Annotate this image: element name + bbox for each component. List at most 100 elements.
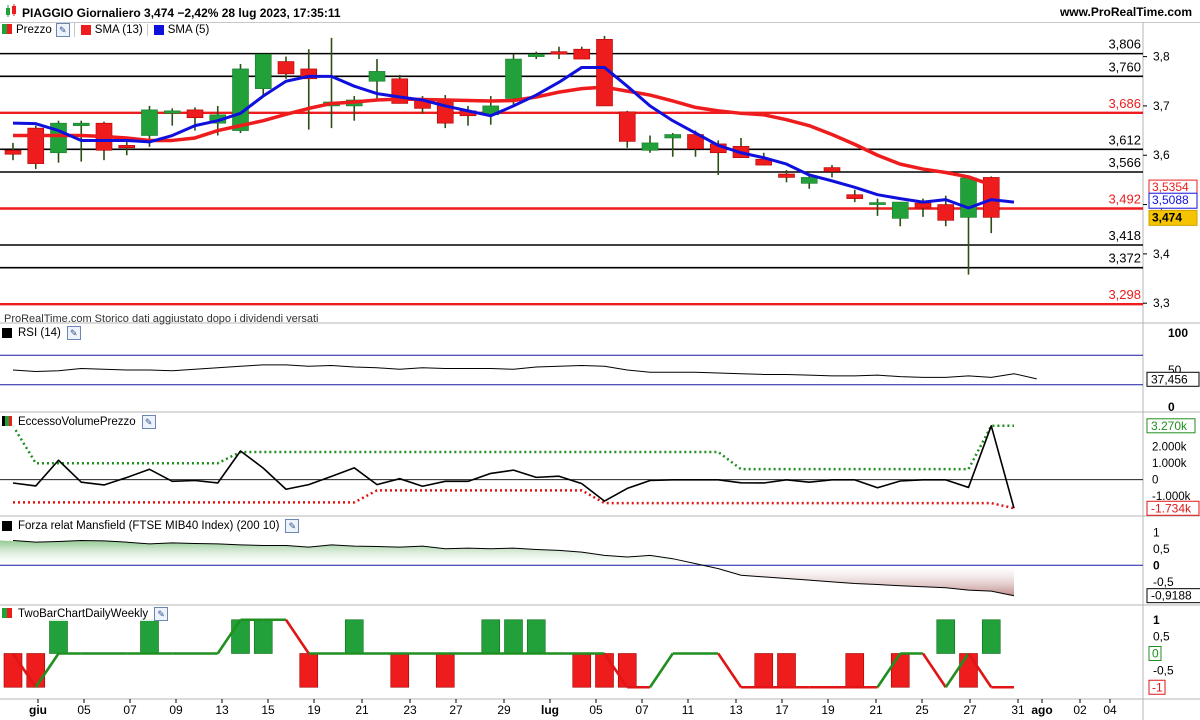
candle-body bbox=[527, 53, 545, 57]
twobar-axis-tick-label: 1 bbox=[1153, 613, 1160, 627]
x-axis-tick-label: 27 bbox=[963, 703, 977, 717]
wrench-icon[interactable]: ✎ bbox=[285, 519, 300, 533]
price-axis-tick-label: 3,4 bbox=[1153, 247, 1170, 261]
x-axis-tick-label: 29 bbox=[497, 703, 511, 717]
twobar-bar bbox=[572, 653, 592, 688]
x-axis-tick-label: giu bbox=[29, 703, 47, 717]
twobar-swatch-icon bbox=[2, 607, 12, 621]
level-label: 3,806 bbox=[1108, 37, 1141, 52]
twobar-bar bbox=[344, 619, 364, 654]
evp-axis-tick-label: 1.000k bbox=[1152, 458, 1187, 470]
candle-body bbox=[960, 177, 977, 218]
sma5-badge: 3,5088 bbox=[1152, 193, 1189, 207]
level-label: 3,566 bbox=[1108, 155, 1141, 170]
candle-body bbox=[186, 109, 204, 119]
candle-body bbox=[232, 68, 249, 131]
evp-lower-badge: -1.734k bbox=[1151, 501, 1192, 515]
level-label: 3,612 bbox=[1108, 132, 1141, 147]
candle-body bbox=[254, 53, 272, 89]
site-link[interactable]: www.ProRealTime.com bbox=[1060, 5, 1192, 19]
candle-body bbox=[72, 122, 90, 126]
twobar-bar bbox=[504, 619, 523, 654]
wrench-icon[interactable]: ✎ bbox=[141, 415, 156, 429]
price-axis-tick-label: 3,6 bbox=[1153, 148, 1170, 162]
level-label: 3,372 bbox=[1108, 251, 1141, 266]
chart-canvas[interactable]: 3,83,73,63,53,43,33,8063,7603,6863,6123,… bbox=[0, 22, 1200, 720]
level-label: 3,298 bbox=[1108, 287, 1141, 302]
twobar-bar bbox=[435, 653, 455, 688]
candle-body bbox=[163, 110, 181, 114]
mansfield-label: Forza relat Mansfield (FTSE MIB40 Index)… bbox=[18, 520, 280, 532]
evp-swatch-icon bbox=[2, 415, 12, 429]
wrench-icon[interactable]: ✎ bbox=[55, 23, 70, 37]
twobar-signal-segment bbox=[648, 652, 674, 688]
legend-sma13-label: SMA (13) bbox=[94, 24, 143, 36]
candle-body bbox=[573, 48, 591, 60]
wrench-icon[interactable]: ✎ bbox=[66, 326, 81, 340]
level-label: 3,760 bbox=[1108, 59, 1141, 74]
candle-body bbox=[914, 202, 932, 209]
candlestick-icon bbox=[4, 4, 18, 21]
rsi-axis-tick-label: 0 bbox=[1168, 400, 1175, 414]
sma13-line bbox=[13, 85, 992, 187]
evp-axis-tick-label: 2.000k bbox=[1152, 442, 1187, 454]
rsi-line bbox=[12, 364, 1037, 380]
twobar-signal-segment bbox=[284, 619, 310, 655]
evp-line bbox=[12, 424, 1015, 509]
mansfield-value-badge: -0,9188 bbox=[1151, 589, 1192, 603]
x-axis-tick-label: ago bbox=[1031, 703, 1052, 717]
rsi-swatch-icon bbox=[2, 328, 12, 338]
rsi-label: RSI (14) bbox=[18, 327, 61, 339]
candle-body bbox=[618, 111, 636, 142]
level-label: 3,418 bbox=[1108, 228, 1141, 243]
twobar-neg-badge: -1 bbox=[1152, 680, 1163, 694]
candle-body bbox=[778, 173, 795, 178]
mansfield-axis-tick-label: 1 bbox=[1153, 525, 1160, 539]
evp-axis-tick-label: 0 bbox=[1152, 475, 1158, 487]
wrench-icon[interactable]: ✎ bbox=[154, 607, 169, 621]
candle-body bbox=[664, 134, 682, 139]
rsi-value-badge: 37,456 bbox=[1151, 372, 1188, 386]
x-axis-tick-label: 05 bbox=[589, 703, 603, 717]
candle-body bbox=[27, 127, 45, 164]
mansfield-swatch-icon bbox=[2, 521, 12, 531]
title-left: PIAGGIO Giornaliero 3,474 −2,42% 28 lug … bbox=[4, 4, 341, 21]
candle-body bbox=[891, 201, 909, 219]
twobar-bar bbox=[777, 653, 796, 688]
twobar-bar bbox=[526, 619, 546, 654]
x-axis-tick-label: 27 bbox=[449, 703, 463, 717]
twobar-bar bbox=[481, 619, 501, 654]
price-axis-tick-label: 3,3 bbox=[1153, 296, 1170, 310]
twobar-bar bbox=[299, 653, 319, 688]
sma13-swatch-icon bbox=[80, 25, 91, 35]
mansfield-axis-tick-label: -0,5 bbox=[1153, 575, 1174, 589]
x-axis-tick-label: 13 bbox=[215, 703, 229, 717]
mansfield-axis-tick-label: 0 bbox=[1153, 558, 1160, 572]
level-label: 3,686 bbox=[1108, 96, 1141, 111]
candle-body bbox=[846, 194, 864, 199]
legend-item-price[interactable]: Prezzo ✎ bbox=[2, 23, 75, 37]
x-axis-tick-label: 31 bbox=[1011, 703, 1025, 717]
candle-body bbox=[869, 202, 886, 205]
twobar-legend: TwoBarChartDailyWeekly ✎ bbox=[2, 607, 169, 621]
twobar-bar bbox=[936, 619, 956, 654]
evp-legend: EccessoVolumePrezzo ✎ bbox=[2, 415, 156, 429]
twobar-axis-tick-label: 0,5 bbox=[1153, 630, 1170, 644]
candle-body bbox=[800, 177, 818, 184]
x-axis-tick-label: 04 bbox=[1103, 703, 1117, 717]
x-axis-tick-label: 05 bbox=[77, 703, 91, 717]
x-axis-tick-label: 19 bbox=[821, 703, 835, 717]
candle-body bbox=[118, 145, 136, 149]
x-axis-tick-label: 15 bbox=[261, 703, 275, 717]
twobar-bar bbox=[253, 619, 273, 654]
candle-body bbox=[277, 61, 295, 75]
mansfield-positive-area bbox=[0, 540, 1014, 566]
x-axis-tick-label: lug bbox=[541, 703, 559, 717]
twobar-zero-badge: 0 bbox=[1152, 647, 1159, 661]
twobar-bar bbox=[231, 619, 250, 654]
legend-item-sma13[interactable]: SMA (13) bbox=[80, 24, 148, 36]
twobar-bar bbox=[981, 619, 1001, 654]
legend-item-sma5[interactable]: SMA (5) bbox=[153, 24, 214, 36]
x-axis-tick-label: 21 bbox=[355, 703, 369, 717]
level-label: 3,492 bbox=[1108, 192, 1141, 207]
